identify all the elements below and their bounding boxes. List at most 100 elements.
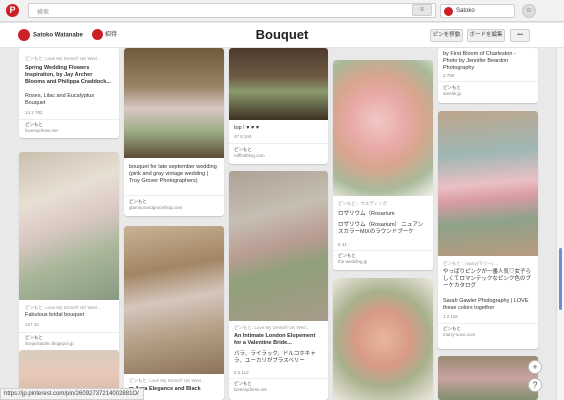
pin-stats: 47 8 244	[234, 134, 252, 139]
pin-source: ピンもと: Love My Dress® UK Wed...	[25, 56, 101, 61]
pin-description: Sarah Gawler Photography | LOVE these co…	[443, 298, 529, 311]
pin-saved-by[interactable]: ピンもと ruffledblog.com	[234, 147, 265, 159]
user-avatar-icon	[444, 7, 453, 16]
pin-card[interactable]: ピンもと: Love My Dress® UK Wed... Spring We…	[19, 48, 119, 138]
pin-image[interactable]	[438, 111, 538, 256]
pin-card[interactable]: bouquet for late september wedding (pink…	[124, 48, 224, 216]
pin-image[interactable]	[229, 171, 328, 321]
pin-source: ピンもと：ウエディング	[338, 201, 388, 206]
divider	[438, 81, 538, 82]
pin-saved-by[interactable]: ピンもと glamourandgraceblog.com	[129, 199, 182, 211]
pin-title: top ! ♥ ♥ ♥	[234, 125, 260, 131]
scrollbar-thumb[interactable]	[559, 248, 562, 310]
pin-stats: 127 15	[25, 322, 39, 327]
help-icon[interactable]: ?	[528, 378, 542, 392]
pin-title: Fabulous bridal bouquet	[25, 312, 85, 318]
edit-board-button[interactable]: ボードを編集	[467, 29, 505, 42]
saved-label: ピンもと	[338, 253, 356, 258]
status-bar-url: https://jp.pinterest.com/pin/26092737214…	[0, 388, 144, 400]
saved-label: ピンもと	[25, 335, 43, 340]
pin-image[interactable]	[124, 226, 224, 374]
divider	[438, 323, 538, 324]
pin-title: ロザリウム（Rosarium	[338, 211, 395, 217]
user-profile-button[interactable]: Satoko	[440, 4, 515, 18]
saved-label: ピンもと	[443, 326, 461, 331]
invite-avatar-icon	[92, 29, 103, 40]
pin-card[interactable]: ピンもと：marry(マリー) ... やっぱりピンクが一番人気♡女子らしくてロ…	[438, 111, 538, 349]
pin-source: ピンもと: Love My Dress® UK Wed...	[234, 325, 310, 330]
pin-image[interactable]	[124, 48, 224, 158]
pin-card[interactable]: ピンもと：ウエディング ロザリウム（Rosarium ロザリウム（Rosariu…	[333, 60, 433, 270]
pin-card[interactable]	[438, 356, 538, 400]
pin-host: lovemydress.net	[234, 387, 267, 392]
menu-icon[interactable]: ≡	[412, 4, 432, 16]
divider	[229, 143, 328, 144]
pin-stats: 1 2 118	[443, 314, 458, 319]
pin-image[interactable]	[229, 48, 328, 120]
pin-host: marry-xoxo.com	[443, 332, 476, 337]
divider	[333, 250, 433, 251]
pin-host: amelie.jp	[443, 91, 462, 96]
pin-title: Spring Wedding Flowers Inspiration, by J…	[25, 65, 111, 85]
pin-saved-by[interactable]: ピンもと lovemydress.net	[234, 381, 267, 393]
pin-description: バラ、ライラック、ドルコホキャラ、ユーカリがブラスベリー	[234, 351, 316, 364]
move-pins-button[interactable]: ピンを移動	[430, 29, 463, 42]
pin-card[interactable]: ピンもと: Love My Dress® UK Wed... m Acra El…	[124, 226, 224, 400]
pin-image[interactable]	[333, 60, 433, 196]
owner-name: Satoko Watanabe	[33, 32, 83, 39]
saved-label: ピンもと	[129, 199, 147, 204]
pin-stats: 6 2 112	[234, 370, 249, 375]
pin-saved-by[interactable]: ピンもと ilovjackalahc.blogspot.jp	[25, 335, 74, 347]
pin-host: lovemydress.net	[25, 128, 58, 133]
pin-grid: ピンもと: Love My Dress® UK Wed... Spring We…	[0, 48, 564, 400]
pin-title: An Intimate London Elopement for a Valen…	[234, 333, 316, 346]
pin-saved-by[interactable]: ピンもと lovemydress.net	[25, 122, 58, 134]
pin-image[interactable]	[333, 278, 433, 400]
board-owner[interactable]: Satoko Watanabe	[18, 29, 83, 41]
pin-host: glamourandgraceblog.com	[129, 205, 183, 210]
pin-host: ilovjackalahc.blogspot.jp	[25, 341, 74, 346]
pin-source: ピンもと: Love My Dress® UK Wed...	[129, 378, 205, 383]
pin-card[interactable]: ピンもと: Love My Dress® UK Wed... Fabulous …	[19, 152, 119, 366]
saved-label: ピンもと	[443, 85, 461, 90]
divider	[229, 378, 328, 379]
browser-top-bar: P 検索 ≡ Satoko ☺	[0, 0, 564, 22]
pin-title: やっぱりピンクが一番人気♡女子らしくてロマンテックなピンク色のブーケカタログ	[443, 269, 532, 289]
pin-stats: 2 780	[443, 73, 455, 78]
pin-saved-by[interactable]: ピンもと the-wedding.jp	[338, 253, 367, 265]
pin-host: the-wedding.jp	[338, 259, 368, 264]
search-input[interactable]: 検索	[28, 3, 436, 18]
pin-saved-by[interactable]: ピンもと amelie.jp	[443, 85, 461, 97]
saved-label: ピンもと	[234, 381, 252, 386]
pin-title: by First Bloom of Charleston - Photo by …	[443, 51, 516, 71]
user-name: Satoko	[456, 8, 475, 14]
chat-icon[interactable]: ☺	[522, 4, 536, 18]
pin-source: ピンもと: Love My Dress® UK Wed...	[25, 305, 101, 310]
pin-stats: 14 2 782	[25, 110, 43, 115]
invite-button[interactable]: 招待	[92, 29, 117, 40]
pin-saved-by[interactable]: ピンもと marry-xoxo.com	[443, 326, 475, 338]
pin-image[interactable]	[19, 152, 119, 300]
pinterest-logo-icon[interactable]: P	[6, 4, 19, 17]
owner-avatar	[18, 29, 30, 41]
pin-card[interactable]: by First Bloom of Charleston - Photo by …	[438, 48, 538, 103]
pin-source: ピンもと：marry(マリー) ...	[443, 261, 499, 266]
divider	[19, 332, 119, 333]
scrollbar-track[interactable]	[556, 48, 564, 400]
pin-title: bouquet for late september wedding (pink…	[129, 164, 217, 184]
saved-label: ピンもと	[234, 147, 252, 152]
pin-card[interactable]: ピンもと: Love My Dress® UK Wed... An Intima…	[229, 171, 328, 400]
pin-host: ruffledblog.com	[234, 153, 265, 158]
pin-card[interactable]	[333, 278, 433, 400]
divider	[124, 195, 224, 196]
invite-label: 招待	[105, 32, 118, 39]
divider	[19, 119, 119, 120]
pin-description: ロザリウム（Rosarium） ニュアンスカラーMIXのラウンドブーケ	[338, 222, 424, 235]
pin-image[interactable]	[438, 356, 538, 400]
pin-stats: 5 41	[338, 242, 347, 247]
add-pin-icon[interactable]: +	[528, 360, 542, 374]
saved-label: ピンもと	[25, 122, 43, 127]
pin-card[interactable]: top ! ♥ ♥ ♥ 47 8 244 ピンもと ruffledblog.com	[229, 48, 328, 164]
more-options-button[interactable]: •••	[510, 29, 530, 42]
board-header: Satoko Watanabe 招待 Bouquet ピンを移動 ボードを編集 …	[0, 23, 564, 48]
